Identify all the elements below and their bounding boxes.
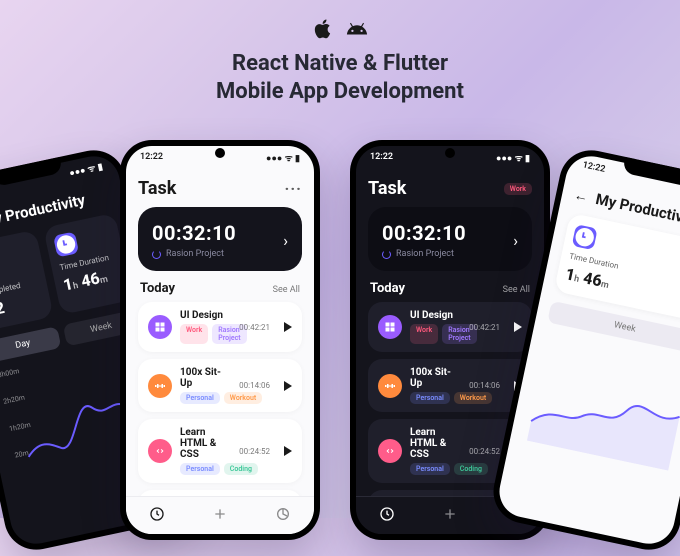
barbell-icon	[148, 374, 172, 398]
bottom-nav	[126, 496, 314, 534]
task-tag: Coding	[224, 463, 258, 475]
status-time: 12:22	[370, 152, 393, 162]
page-title: Task	[368, 178, 406, 199]
task-time: 00:14:06	[239, 381, 270, 390]
segment-day[interactable]: Day	[0, 326, 61, 363]
android-icon	[346, 18, 368, 44]
status-time: 12:22	[582, 160, 607, 175]
nav-clock-icon[interactable]	[149, 506, 165, 526]
task-name: Learn HTML & CSS	[410, 427, 461, 460]
productivity-chart	[522, 332, 680, 472]
headline-line1: React Native & Flutter	[0, 50, 680, 78]
apple-icon	[312, 18, 334, 44]
task-time: 00:42:21	[239, 323, 270, 332]
grid-icon	[148, 315, 172, 339]
play-icon[interactable]	[514, 322, 522, 332]
task-name: UI Design	[180, 310, 231, 321]
task-tag: Personal	[180, 392, 220, 404]
timer-card[interactable]: 00:32:10 Rasion Project ›	[368, 207, 532, 271]
task-time: 00:24:52	[469, 447, 500, 456]
task-tag: Personal	[410, 392, 450, 404]
section-title: Today	[140, 281, 175, 296]
nav-add-icon[interactable]	[212, 506, 228, 526]
see-all-link[interactable]: See All	[273, 285, 300, 295]
play-icon[interactable]	[284, 446, 292, 456]
nav-add-icon[interactable]	[442, 506, 458, 526]
headline-line2: Mobile App Development	[0, 78, 680, 106]
timer-project: Rasion Project	[166, 249, 224, 259]
task-name: Learn HTML & CSS	[180, 427, 231, 460]
timer-project: Rasion Project	[396, 249, 454, 259]
back-icon[interactable]: ←	[573, 186, 590, 206]
phone-task-light: 12:22 ●●● ᯤ ▮ Task ··· 00:32:10 Rasion Pro…	[120, 140, 320, 540]
task-tag: Workout	[224, 392, 262, 404]
code-icon	[378, 439, 402, 463]
chevron-right-icon[interactable]: ›	[513, 231, 518, 250]
task-row[interactable]: UI DesignWorkRasion Project00:42:21	[138, 302, 302, 352]
task-time: 00:24:52	[239, 447, 270, 456]
task-name: UI Design	[410, 310, 461, 321]
status-time: 12:22	[140, 152, 163, 162]
task-tag: Work	[410, 324, 438, 344]
section-title: Today	[370, 281, 405, 296]
task-tag: Personal	[180, 463, 220, 475]
task-time: 00:14:06	[469, 381, 500, 390]
grid-icon	[378, 315, 402, 339]
task-tag: Coding	[454, 463, 488, 475]
task-tag: Workout	[454, 392, 492, 404]
task-tag: Work	[180, 324, 208, 344]
status-indicators: ●●● ᯤ ▮	[266, 151, 300, 164]
code-icon	[148, 439, 172, 463]
timer-time: 00:32:10	[382, 221, 466, 245]
status-indicators: ●●● ᯤ ▮	[496, 151, 530, 164]
task-row[interactable]: UI DesignWorkRasion Project00:42:21	[368, 302, 532, 352]
task-tag: Personal	[410, 463, 450, 475]
page-title: Task	[138, 178, 176, 199]
task-name: 100x Sit-Up	[410, 367, 461, 389]
chevron-right-icon[interactable]: ›	[283, 231, 288, 250]
more-icon[interactable]: ···	[285, 179, 302, 198]
task-row[interactable]: Learn HTML & CSS Personal Coding 00:24:52	[138, 419, 302, 483]
play-icon[interactable]	[284, 381, 292, 391]
barbell-icon	[378, 374, 402, 398]
task-time: 00:42:21	[469, 323, 500, 332]
status-indicators: ●●● ᯤ ▮	[68, 159, 104, 179]
platform-icons	[312, 18, 368, 44]
spinner-icon	[152, 250, 161, 259]
headline: React Native & Flutter Mobile App Develo…	[0, 50, 680, 105]
stat-card-tasks[interactable]: Task Completed 12	[0, 230, 54, 332]
nav-clock-icon[interactable]	[379, 506, 395, 526]
timer-card[interactable]: 00:32:10 Rasion Project ›	[138, 207, 302, 271]
task-name: 100x Sit-Up	[180, 367, 231, 389]
play-icon[interactable]	[284, 322, 292, 332]
see-all-link[interactable]: See All	[503, 285, 530, 295]
spinner-icon	[382, 250, 391, 259]
task-row[interactable]: 100x Sit-Up Personal Workout 00:14:06	[368, 359, 532, 412]
task-row[interactable]: 100x Sit-Up Personal Workout 00:14:06	[138, 359, 302, 412]
timer-time: 00:32:10	[152, 221, 236, 245]
timer-tag: Work	[504, 183, 532, 195]
nav-chart-icon[interactable]	[275, 506, 291, 526]
